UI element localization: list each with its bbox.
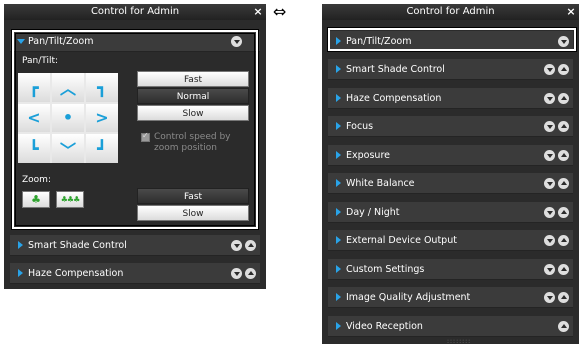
right-section-row[interactable]: Day / Night: [328, 202, 573, 223]
move-down-icon[interactable]: [544, 121, 555, 132]
move-down-icon[interactable]: [544, 93, 555, 104]
move-down-icon[interactable]: [544, 292, 555, 303]
collapsed-arrow-icon: [336, 322, 341, 330]
ptz-section-highlight-frame: [327, 27, 577, 52]
collapsed-arrow-icon: [336, 293, 341, 301]
right-section-row[interactable]: External Device Output: [328, 230, 573, 251]
section-label: Focus: [346, 121, 374, 132]
collapsed-arrow-icon: [18, 269, 23, 277]
move-up-icon[interactable]: [558, 178, 569, 189]
move-down-icon[interactable]: [544, 264, 555, 275]
move-down-icon[interactable]: [231, 268, 242, 279]
move-up-icon[interactable]: [558, 93, 569, 104]
right-control-panel: Control for Admin × Pan/Tilt/Zoom Smart S…: [322, 4, 579, 345]
right-section-row[interactable]: Custom Settings: [328, 259, 573, 280]
move-up-icon[interactable]: [245, 240, 256, 251]
ptz-highlight-frame-inner: [15, 33, 255, 226]
section-label: Smart Shade Control: [28, 240, 127, 251]
move-down-icon[interactable]: [231, 240, 242, 251]
collapsed-arrow-icon: [336, 94, 341, 102]
right-panel-title: Control for Admin: [406, 6, 495, 17]
move-down-icon[interactable]: [544, 207, 555, 218]
move-up-icon[interactable]: [558, 264, 569, 275]
right-section-row[interactable]: White Balance: [328, 173, 573, 194]
collapsed-arrow-icon: [336, 265, 341, 273]
section-label: Video Reception: [346, 321, 423, 332]
move-up-icon[interactable]: [245, 268, 256, 279]
left-panel-title: Control for Admin: [90, 6, 180, 17]
move-up-icon[interactable]: [558, 150, 569, 161]
right-section-row[interactable]: Image Quality Adjustment: [328, 287, 573, 308]
section-label: Haze Compensation: [346, 93, 442, 104]
collapsed-arrow-icon: [336, 208, 341, 216]
swap-arrow-icon: ⇔: [273, 2, 287, 21]
right-panel-titlebar: Control for Admin ×: [322, 4, 579, 20]
close-icon[interactable]: ×: [253, 4, 263, 20]
move-up-icon[interactable]: [558, 292, 569, 303]
right-section-row[interactable]: Video Reception: [328, 316, 573, 337]
move-up-icon[interactable]: [558, 121, 569, 132]
section-label: External Device Output: [346, 235, 457, 246]
collapsed-arrow-icon: [336, 236, 341, 244]
move-down-icon[interactable]: [544, 64, 555, 75]
move-up-icon[interactable]: [558, 321, 569, 332]
collapsed-arrow-icon: [336, 122, 341, 130]
section-label: Day / Night: [346, 207, 400, 218]
move-up-icon[interactable]: [558, 64, 569, 75]
right-section-row[interactable]: Exposure: [328, 145, 573, 166]
collapsed-arrow-icon: [336, 179, 341, 187]
left-panel-titlebar: Control for Admin ×: [4, 4, 266, 20]
section-label: Image Quality Adjustment: [346, 292, 471, 303]
move-down-icon[interactable]: [544, 150, 555, 161]
section-label: Exposure: [346, 150, 390, 161]
move-down-icon[interactable]: [544, 178, 555, 189]
right-section-row[interactable]: Focus: [328, 116, 573, 137]
section-label: Haze Compensation: [28, 268, 124, 279]
section-label: Custom Settings: [346, 264, 425, 275]
right-section-row[interactable]: Smart Shade Control: [328, 59, 573, 80]
section-label: White Balance: [346, 178, 415, 189]
close-icon[interactable]: ×: [566, 4, 576, 20]
collapsed-arrow-icon: [336, 65, 341, 73]
collapsed-arrow-icon: [18, 241, 23, 249]
move-up-icon[interactable]: [558, 235, 569, 246]
left-section-smart-shade-control[interactable]: Smart Shade Control: [10, 235, 260, 256]
left-section-haze-compensation[interactable]: Haze Compensation: [10, 263, 260, 284]
section-label: Smart Shade Control: [346, 64, 445, 75]
right-section-row[interactable]: Haze Compensation: [328, 88, 573, 109]
move-up-icon[interactable]: [558, 207, 569, 218]
move-down-icon[interactable]: [544, 235, 555, 246]
collapsed-arrow-icon: [336, 151, 341, 159]
